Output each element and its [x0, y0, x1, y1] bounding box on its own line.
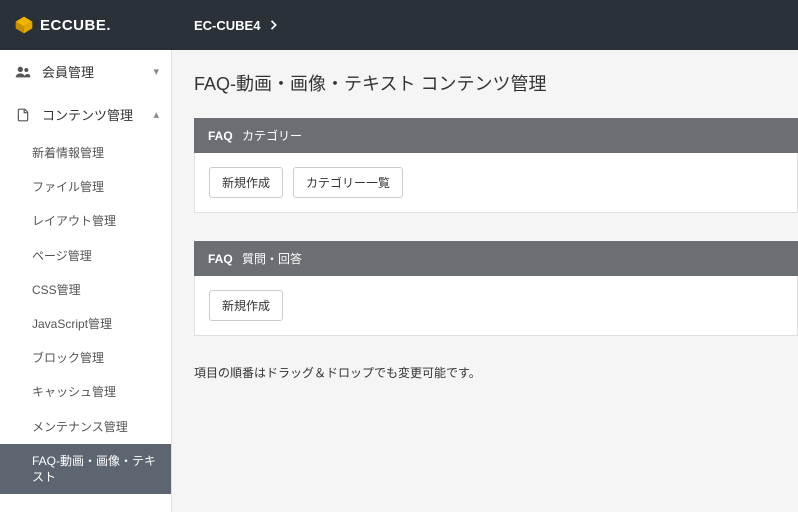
new-category-button[interactable]: 新規作成: [209, 167, 283, 198]
section-tag: FAQ: [208, 252, 233, 266]
section-qa-header: FAQ 質問・回答: [194, 241, 798, 276]
logo-text: ECCUBE.: [40, 17, 111, 34]
sidebar-content-submenu: 新着情報管理 ファイル管理 レイアウト管理 ページ管理 CSS管理 JavaSc…: [0, 136, 171, 494]
section-category-header: FAQ カテゴリー: [194, 118, 798, 153]
drag-drop-info: 項目の順番はドラッグ＆ドロップでも変更可能です。: [194, 364, 798, 381]
breadcrumb[interactable]: EC-CUBE4: [172, 18, 278, 33]
sidebar-item-page[interactable]: ページ管理: [0, 239, 171, 273]
logo-cube-icon: [14, 15, 34, 35]
chevron-right-icon: [270, 18, 278, 33]
page-title: FAQ-動画・画像・テキスト コンテンツ管理: [194, 70, 798, 96]
sidebar-group-label: コンテンツ管理: [42, 105, 133, 124]
category-list-button[interactable]: カテゴリー一覧: [293, 167, 403, 198]
sidebar: 会員管理 ▾ コンテンツ管理 ▴ 新着情報管理 ファイル管理 レイアウト管理 ペ…: [0, 50, 172, 512]
sidebar-item-faq[interactable]: FAQ-動画・画像・テキスト: [0, 444, 171, 494]
chevron-down-icon: ▾: [153, 65, 159, 78]
document-icon: [14, 106, 32, 124]
chevron-up-icon: ▴: [153, 108, 159, 121]
main-content: FAQ-動画・画像・テキスト コンテンツ管理 FAQ カテゴリー 新規作成 カテ…: [172, 50, 798, 512]
topbar: ECCUBE. EC-CUBE4: [0, 0, 798, 50]
sidebar-item-layout[interactable]: レイアウト管理: [0, 204, 171, 238]
new-qa-button[interactable]: 新規作成: [209, 290, 283, 321]
section-category-body: 新規作成 カテゴリー一覧: [194, 153, 798, 213]
sidebar-item-news[interactable]: 新着情報管理: [0, 136, 171, 170]
section-title: 質問・回答: [242, 252, 302, 266]
sidebar-item-maintenance[interactable]: メンテナンス管理: [0, 410, 171, 444]
section-qa-body: 新規作成: [194, 276, 798, 336]
section-tag: FAQ: [208, 129, 233, 143]
logo[interactable]: ECCUBE.: [0, 0, 172, 50]
sidebar-group-content[interactable]: コンテンツ管理 ▴: [0, 93, 171, 136]
users-icon: [14, 63, 32, 81]
sidebar-group-label: 会員管理: [42, 62, 94, 81]
sidebar-item-css[interactable]: CSS管理: [0, 273, 171, 307]
sidebar-item-cache[interactable]: キャッシュ管理: [0, 375, 171, 409]
sidebar-group-members[interactable]: 会員管理 ▾: [0, 50, 171, 93]
breadcrumb-label: EC-CUBE4: [194, 18, 260, 33]
section-title: カテゴリー: [242, 129, 302, 143]
sidebar-item-file[interactable]: ファイル管理: [0, 170, 171, 204]
sidebar-item-block[interactable]: ブロック管理: [0, 341, 171, 375]
sidebar-item-js[interactable]: JavaScript管理: [0, 307, 171, 341]
